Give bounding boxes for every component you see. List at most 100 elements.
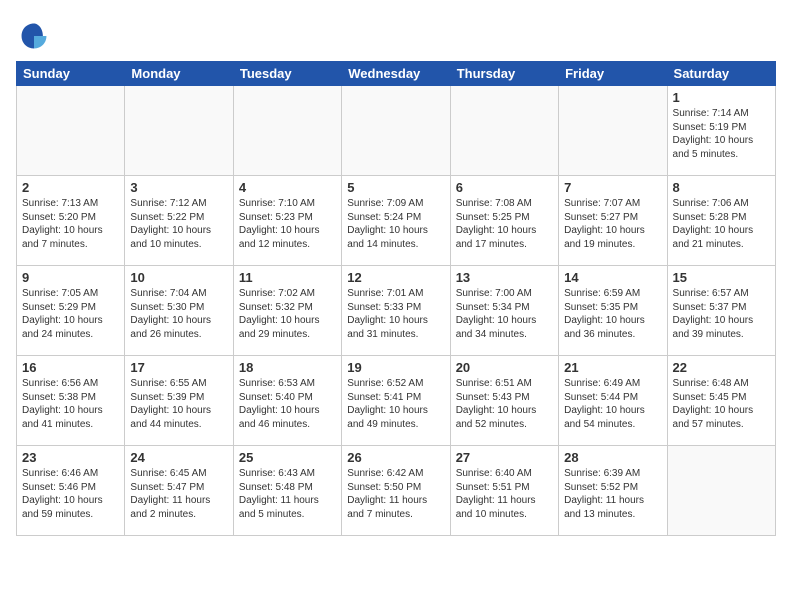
day-number: 27 [456, 450, 553, 465]
day-details: Sunrise: 6:43 AM Sunset: 5:48 PM Dayligh… [239, 467, 336, 521]
day-header-wednesday: Wednesday [342, 62, 450, 86]
calendar-cell [667, 446, 775, 536]
day-details: Sunrise: 7:06 AM Sunset: 5:28 PM Dayligh… [673, 197, 770, 251]
day-header-friday: Friday [559, 62, 667, 86]
day-details: Sunrise: 7:02 AM Sunset: 5:32 PM Dayligh… [239, 287, 336, 341]
logo-icon [18, 20, 50, 52]
page-header [16, 16, 776, 53]
calendar-cell: 4 Sunrise: 7:10 AM Sunset: 5:23 PM Daylig… [233, 176, 341, 266]
day-details: Sunrise: 6:53 AM Sunset: 5:40 PM Dayligh… [239, 377, 336, 431]
calendar-cell: 16 Sunrise: 6:56 AM Sunset: 5:38 PM Dayli… [17, 356, 125, 446]
day-details: Sunrise: 6:59 AM Sunset: 5:35 PM Dayligh… [564, 287, 661, 341]
calendar-cell: 5Sunrise: 7:09 AM Sunset: 5:24 PM Daylig… [342, 176, 450, 266]
day-details: Sunrise: 6:39 AM Sunset: 5:52 PM Dayligh… [564, 467, 661, 521]
day-number: 23 [22, 450, 119, 465]
calendar-header-row: SundayMondayTuesdayWednesdayThursdayFrid… [17, 62, 776, 86]
logo [16, 20, 50, 53]
day-header-tuesday: Tuesday [233, 62, 341, 86]
calendar-cell: 8Sunrise: 7:06 AM Sunset: 5:28 PM Daylig… [667, 176, 775, 266]
day-details: Sunrise: 6:49 AM Sunset: 5:44 PM Dayligh… [564, 377, 661, 431]
day-number: 10 [130, 270, 227, 285]
day-details: Sunrise: 6:51 AM Sunset: 5:43 PM Dayligh… [456, 377, 553, 431]
day-number: 19 [347, 360, 444, 375]
day-details: Sunrise: 7:08 AM Sunset: 5:25 PM Dayligh… [456, 197, 553, 251]
calendar-cell: 28 Sunrise: 6:39 AM Sunset: 5:52 PM Dayli… [559, 446, 667, 536]
day-number: 21 [564, 360, 661, 375]
calendar-cell: 2Sunrise: 7:13 AM Sunset: 5:20 PM Daylig… [17, 176, 125, 266]
calendar: SundayMondayTuesdayWednesdayThursdayFrid… [16, 61, 776, 536]
day-details: Sunrise: 6:40 AM Sunset: 5:51 PM Dayligh… [456, 467, 553, 521]
calendar-cell: 25 Sunrise: 6:43 AM Sunset: 5:48 PM Dayli… [233, 446, 341, 536]
day-details: Sunrise: 7:01 AM Sunset: 5:33 PM Dayligh… [347, 287, 444, 341]
day-details: Sunrise: 7:00 AM Sunset: 5:34 PM Dayligh… [456, 287, 553, 341]
day-number: 7 [564, 180, 661, 195]
calendar-cell: 14 Sunrise: 6:59 AM Sunset: 5:35 PM Dayli… [559, 266, 667, 356]
day-details: Sunrise: 6:45 AM Sunset: 5:47 PM Dayligh… [130, 467, 227, 521]
day-number: 16 [22, 360, 119, 375]
day-number: 17 [130, 360, 227, 375]
day-number: 11 [239, 270, 336, 285]
calendar-week-2: 2Sunrise: 7:13 AM Sunset: 5:20 PM Daylig… [17, 176, 776, 266]
calendar-cell: 15Sunrise: 6:57 AM Sunset: 5:37 PM Dayli… [667, 266, 775, 356]
calendar-cell [559, 86, 667, 176]
day-details: Sunrise: 7:07 AM Sunset: 5:27 PM Dayligh… [564, 197, 661, 251]
day-number: 5 [347, 180, 444, 195]
day-number: 6 [456, 180, 553, 195]
day-details: Sunrise: 7:04 AM Sunset: 5:30 PM Dayligh… [130, 287, 227, 341]
day-number: 25 [239, 450, 336, 465]
calendar-cell: 27 Sunrise: 6:40 AM Sunset: 5:51 PM Dayli… [450, 446, 558, 536]
day-details: Sunrise: 6:42 AM Sunset: 5:50 PM Dayligh… [347, 467, 444, 521]
day-number: 9 [22, 270, 119, 285]
calendar-cell [233, 86, 341, 176]
day-details: Sunrise: 7:12 AM Sunset: 5:22 PM Dayligh… [130, 197, 227, 251]
calendar-cell: 22 Sunrise: 6:48 AM Sunset: 5:45 PM Dayli… [667, 356, 775, 446]
day-number: 22 [673, 360, 770, 375]
calendar-cell: 17 Sunrise: 6:55 AM Sunset: 5:39 PM Dayli… [125, 356, 233, 446]
calendar-cell [342, 86, 450, 176]
calendar-week-4: 16 Sunrise: 6:56 AM Sunset: 5:38 PM Dayli… [17, 356, 776, 446]
calendar-cell: 24 Sunrise: 6:45 AM Sunset: 5:47 PM Dayli… [125, 446, 233, 536]
calendar-cell: 7 Sunrise: 7:07 AM Sunset: 5:27 PM Daylig… [559, 176, 667, 266]
calendar-week-5: 23Sunrise: 6:46 AM Sunset: 5:46 PM Dayli… [17, 446, 776, 536]
day-details: Sunrise: 6:48 AM Sunset: 5:45 PM Dayligh… [673, 377, 770, 431]
day-header-monday: Monday [125, 62, 233, 86]
day-details: Sunrise: 6:55 AM Sunset: 5:39 PM Dayligh… [130, 377, 227, 431]
calendar-week-3: 9 Sunrise: 7:05 AM Sunset: 5:29 PM Daylig… [17, 266, 776, 356]
day-number: 13 [456, 270, 553, 285]
calendar-cell: 3 Sunrise: 7:12 AM Sunset: 5:22 PM Daylig… [125, 176, 233, 266]
calendar-cell: 23Sunrise: 6:46 AM Sunset: 5:46 PM Dayli… [17, 446, 125, 536]
day-number: 18 [239, 360, 336, 375]
day-details: Sunrise: 6:52 AM Sunset: 5:41 PM Dayligh… [347, 377, 444, 431]
day-details: Sunrise: 7:05 AM Sunset: 5:29 PM Dayligh… [22, 287, 119, 341]
day-header-saturday: Saturday [667, 62, 775, 86]
calendar-cell: 10 Sunrise: 7:04 AM Sunset: 5:30 PM Dayli… [125, 266, 233, 356]
calendar-cell: 26Sunrise: 6:42 AM Sunset: 5:50 PM Dayli… [342, 446, 450, 536]
day-details: Sunrise: 7:10 AM Sunset: 5:23 PM Dayligh… [239, 197, 336, 251]
calendar-cell: 13 Sunrise: 7:00 AM Sunset: 5:34 PM Dayli… [450, 266, 558, 356]
day-header-thursday: Thursday [450, 62, 558, 86]
calendar-week-1: 1 Sunrise: 7:14 AM Sunset: 5:19 PM Daylig… [17, 86, 776, 176]
day-number: 24 [130, 450, 227, 465]
calendar-cell: 6 Sunrise: 7:08 AM Sunset: 5:25 PM Daylig… [450, 176, 558, 266]
day-number: 14 [564, 270, 661, 285]
day-number: 1 [673, 90, 770, 105]
calendar-cell [450, 86, 558, 176]
calendar-cell: 12Sunrise: 7:01 AM Sunset: 5:33 PM Dayli… [342, 266, 450, 356]
calendar-cell: 1 Sunrise: 7:14 AM Sunset: 5:19 PM Daylig… [667, 86, 775, 176]
calendar-cell: 9 Sunrise: 7:05 AM Sunset: 5:29 PM Daylig… [17, 266, 125, 356]
calendar-cell [125, 86, 233, 176]
calendar-cell: 11 Sunrise: 7:02 AM Sunset: 5:32 PM Dayli… [233, 266, 341, 356]
day-number: 4 [239, 180, 336, 195]
calendar-cell: 18 Sunrise: 6:53 AM Sunset: 5:40 PM Dayli… [233, 356, 341, 446]
day-header-sunday: Sunday [17, 62, 125, 86]
day-number: 3 [130, 180, 227, 195]
calendar-cell: 20 Sunrise: 6:51 AM Sunset: 5:43 PM Dayli… [450, 356, 558, 446]
day-number: 20 [456, 360, 553, 375]
day-details: Sunrise: 7:14 AM Sunset: 5:19 PM Dayligh… [673, 107, 770, 161]
day-details: Sunrise: 6:57 AM Sunset: 5:37 PM Dayligh… [673, 287, 770, 341]
calendar-cell: 21 Sunrise: 6:49 AM Sunset: 5:44 PM Dayli… [559, 356, 667, 446]
calendar-cell: 19 Sunrise: 6:52 AM Sunset: 5:41 PM Dayli… [342, 356, 450, 446]
day-number: 2 [22, 180, 119, 195]
day-details: Sunrise: 6:56 AM Sunset: 5:38 PM Dayligh… [22, 377, 119, 431]
day-number: 28 [564, 450, 661, 465]
